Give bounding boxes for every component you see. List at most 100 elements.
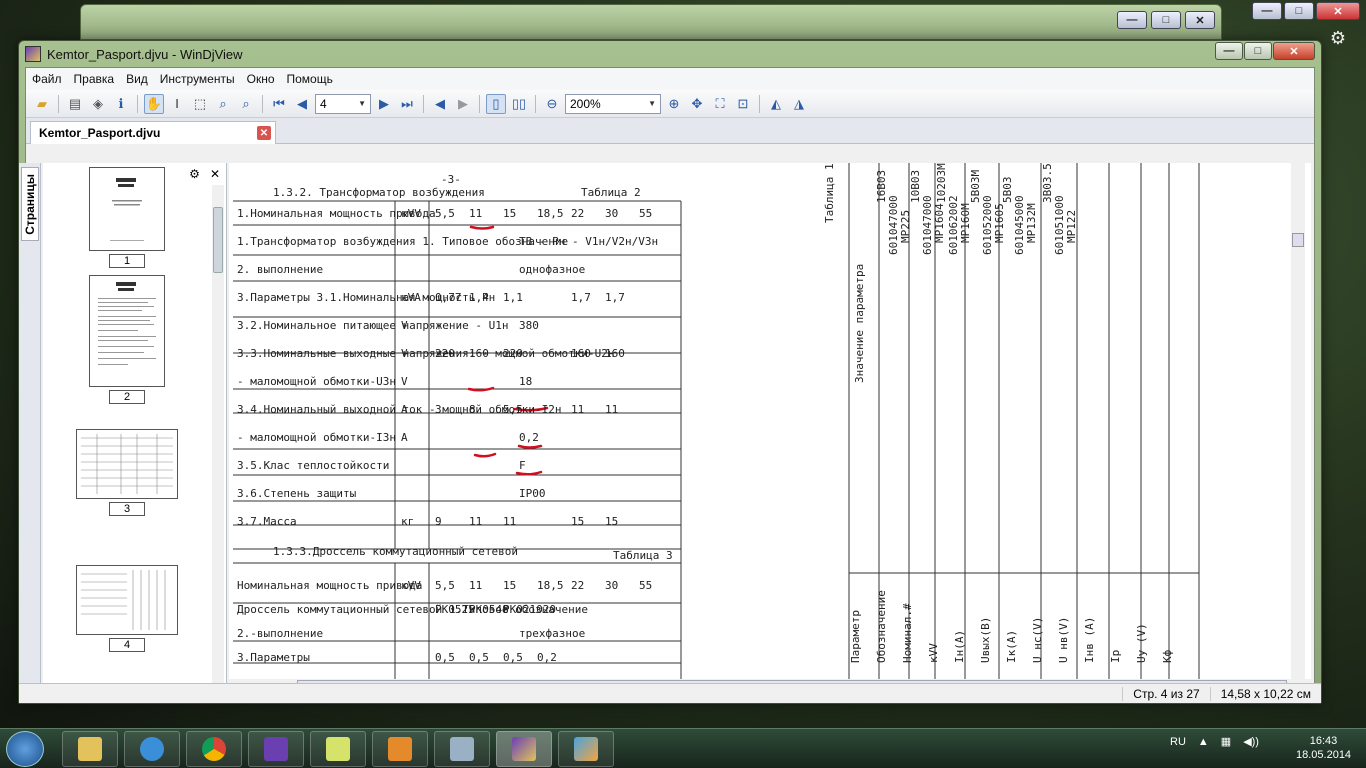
show-hidden-icons-icon[interactable]: ▲	[1198, 736, 1209, 748]
page-size: 14,58 x 10,22 см	[1209, 686, 1321, 701]
table-row-label: 2. выполнение	[237, 263, 323, 276]
magnify-icon[interactable]: ⌕	[236, 94, 256, 114]
status-bar: Стр. 4 из 27 14,58 x 10,22 см	[19, 683, 1321, 703]
media-player-taskbar-icon[interactable]	[372, 731, 428, 767]
rotated-param-labels: Параметр Обозначение Номинал.# кVV Iн(А) Uвых…	[849, 590, 1174, 663]
taskbar: RU ▲ ▦ ◀)) 16:43 18.05.2014	[0, 728, 1366, 768]
single-page-icon[interactable]: ▯	[486, 93, 506, 114]
table-cell-value: 11	[605, 403, 618, 416]
prev-page-icon[interactable]: ◀	[292, 94, 312, 114]
actual-size-icon[interactable]: ⊡	[733, 94, 753, 114]
explorer-taskbar-icon[interactable]	[62, 731, 118, 767]
rotated-column-model: МР225	[899, 210, 912, 243]
zoom-rect-icon[interactable]: ⌕	[213, 94, 233, 114]
thumbnail-item[interactable]: 4	[43, 565, 211, 652]
table-cell-value: 5,5	[435, 207, 455, 220]
menu-tools[interactable]: Инструменты	[154, 72, 241, 86]
start-button[interactable]	[6, 731, 44, 767]
page-number-combo[interactable]: 4 ▼	[315, 93, 371, 114]
windjview-taskbar-icon[interactable]	[496, 731, 552, 767]
first-page-icon[interactable]: ⏮	[269, 94, 289, 114]
section-heading: 1.3.2. Трансформатор возбуждения	[273, 186, 485, 199]
language-indicator[interactable]: RU	[1170, 736, 1186, 748]
table-row-label: - маломощной обмотки-U3н	[237, 375, 396, 388]
background-window[interactable]: — □ ✕	[80, 4, 1222, 40]
table-cell-value: 11	[503, 515, 516, 528]
table-cell-value: 0,77	[435, 291, 462, 304]
table-cell-value: 15	[503, 207, 516, 220]
document-viewer[interactable]: -3- 1.3.2. Трансформатор возбуждения Таб…	[229, 163, 1311, 679]
thumbnail-item[interactable]: 2	[43, 275, 211, 404]
menu-view[interactable]: Вид	[120, 72, 154, 86]
rotate-right-icon[interactable]: ◮	[789, 94, 809, 114]
rotated-param-label: Кф	[1161, 649, 1174, 663]
visual-studio-taskbar-icon[interactable]	[248, 731, 304, 767]
table-cell-value: 0,5	[469, 651, 489, 664]
zoom-combo[interactable]: 200% ▼	[565, 93, 661, 114]
rotate-left-icon[interactable]: ◭	[766, 94, 786, 114]
facing-pages-icon[interactable]: ▯▯	[509, 94, 529, 114]
fit-page-icon[interactable]: ✥	[687, 94, 707, 114]
minimize-icon[interactable]: —	[1252, 2, 1282, 20]
rect-select-icon[interactable]: ⬚	[190, 94, 210, 114]
sticky-notes-taskbar-icon[interactable]	[310, 731, 366, 767]
minimize-button[interactable]: —	[1215, 42, 1243, 60]
table-cell-value: 15	[571, 515, 584, 528]
document-tab[interactable]: Kemtor_Pasport.djvu ✕	[30, 121, 276, 144]
table-cell-value: 5,5	[503, 403, 523, 416]
table-row-label: 2.-выполнение	[237, 627, 323, 640]
menu-help[interactable]: Помощь	[281, 72, 339, 86]
thumbnail-number: 1	[109, 254, 145, 268]
thumbnail-item[interactable]: 3	[43, 429, 211, 516]
maximize-button[interactable]: □	[1244, 42, 1272, 60]
close-icon[interactable]: ✕	[1316, 2, 1360, 20]
info-icon[interactable]: ℹ	[111, 94, 131, 114]
minimize-icon[interactable]: —	[1117, 11, 1147, 29]
fit-width-icon[interactable]: ⛶	[710, 94, 730, 114]
vertical-scrollbar[interactable]	[1291, 163, 1305, 679]
close-icon[interactable]: ✕	[1185, 11, 1215, 29]
table-row-unit: A	[401, 431, 408, 444]
table-cell-value: 220	[435, 347, 455, 360]
network-icon[interactable]: ▦	[1221, 735, 1231, 748]
gear-icon[interactable]: ⚙	[1330, 28, 1346, 49]
paint-taskbar-icon[interactable]	[558, 731, 614, 767]
thumbnail-item[interactable]: 1	[43, 167, 211, 268]
print-icon[interactable]: ▤	[65, 94, 85, 114]
maximize-icon[interactable]: □	[1151, 11, 1181, 29]
table-cell-value: 15	[503, 579, 516, 592]
table-row-label: 3.7.Масса	[237, 515, 297, 528]
chrome-taskbar-icon[interactable]	[186, 731, 242, 767]
back-icon[interactable]: ◀	[430, 94, 450, 114]
zoom-out-icon[interactable]: ⊖	[542, 94, 562, 114]
system-tray: RU ▲ ▦ ◀))	[1170, 735, 1259, 749]
rotated-param-label: Iнв (А)	[1083, 617, 1096, 663]
close-icon[interactable]: ✕	[210, 167, 220, 181]
rotated-param-label: U нс(V)	[1031, 617, 1044, 663]
maximize-icon[interactable]: □	[1284, 2, 1314, 20]
close-tab-icon[interactable]: ✕	[257, 126, 271, 140]
hand-tool-icon[interactable]: ✋	[144, 93, 164, 114]
menu-edit[interactable]: Правка	[68, 72, 121, 86]
calculator-taskbar-icon[interactable]	[434, 731, 490, 767]
ie-taskbar-icon[interactable]	[124, 731, 180, 767]
zoom-in-icon[interactable]: ⊕	[664, 94, 684, 114]
close-button[interactable]: ✕	[1273, 42, 1315, 60]
table-cell-value: однофазное	[519, 263, 585, 276]
forward-icon[interactable]: ▶	[453, 94, 473, 114]
pages-tab[interactable]: Страницы	[21, 167, 39, 241]
table-cell-value: 11	[469, 515, 482, 528]
sidebar-tabs: Страницы	[19, 163, 41, 693]
find-icon[interactable]: ◈	[88, 94, 108, 114]
table-cell-value: 1,7	[605, 291, 625, 304]
volume-icon[interactable]: ◀))	[1243, 735, 1259, 748]
menu-file[interactable]: Файл	[26, 72, 68, 86]
thumbnails-scrollbar[interactable]	[212, 185, 224, 691]
open-folder-icon[interactable]: ▰	[32, 94, 52, 114]
clock[interactable]: 16:43 18.05.2014	[1296, 734, 1351, 762]
text-select-icon[interactable]: I	[167, 94, 187, 114]
next-page-icon[interactable]: ▶	[374, 94, 394, 114]
last-page-icon[interactable]: ⏭	[397, 94, 417, 114]
rotated-column-model: МР1604	[933, 203, 946, 243]
menu-window[interactable]: Окно	[241, 72, 281, 86]
